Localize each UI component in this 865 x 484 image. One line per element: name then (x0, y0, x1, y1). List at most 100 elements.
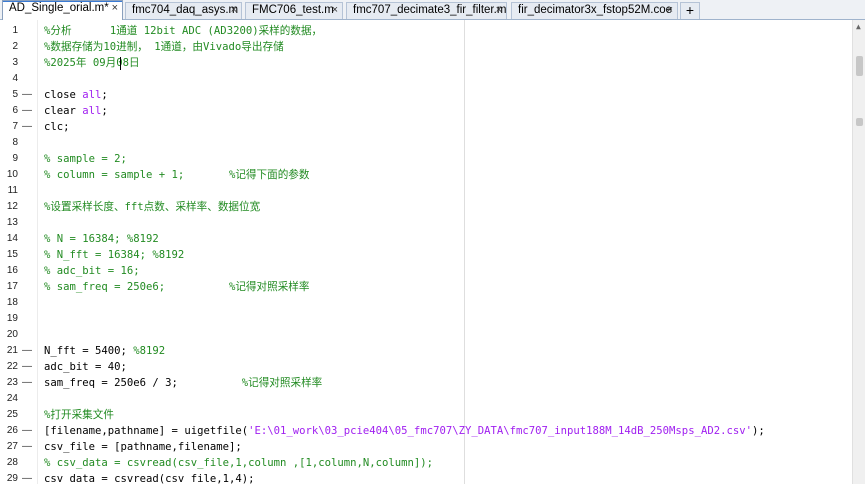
line-number: 1 (12, 25, 18, 36)
code-token: csv_data = csvread(csv_file,1,4); (44, 473, 255, 484)
close-icon[interactable]: × (667, 3, 673, 18)
line-number: 7 (12, 121, 18, 132)
line-number: 5 (12, 89, 18, 100)
code-line: 17 % sam_freq = 250e6; %记得对照采样率 (0, 279, 852, 295)
code-text[interactable]: % sample = 2; (44, 151, 127, 167)
code-line: 23 — sam_freq = 250e6 / 3; %记得对照采样率 (0, 375, 852, 391)
code-text[interactable]: %数据存储为10进制， 1通道，由Vivado导出存储 (44, 39, 284, 55)
breakpoint-marker-icon[interactable]: — (22, 103, 32, 119)
code-text[interactable]: % column = sample + 1; %记得下面的参数 (44, 167, 310, 183)
code-text[interactable]: % N = 16384; %8192 (44, 231, 159, 247)
tab-4[interactable]: fmc707_decimate3_fir_filter.m × (346, 2, 507, 19)
code-text[interactable]: adc_bit = 40; (44, 359, 127, 375)
code-token: sam_freq = 250e6 / 3; (44, 377, 242, 389)
tab-3[interactable]: FMC706_test.m × (245, 2, 343, 19)
line-number: 28 (6, 457, 18, 468)
code-token: [filename,pathname] = uigetfile( (44, 425, 249, 437)
code-comment: % N_fft = 16384; %8192 (44, 249, 185, 261)
code-line: 20 (0, 327, 852, 343)
breakpoint-marker-icon[interactable]: — (22, 423, 32, 439)
line-number: 12 (6, 201, 18, 212)
code-comment: % adc_bit = 16; (44, 265, 140, 277)
code-comment: % csv_data = csvread(csv_file,1,column ,… (44, 457, 434, 469)
line-number: 2 (12, 41, 18, 52)
tab-label: fmc704_daq_asys.m (132, 4, 239, 16)
code-line: 14 % N = 16384; %8192 (0, 231, 852, 247)
code-line: 13 (0, 215, 852, 231)
close-icon[interactable]: × (231, 3, 237, 18)
code-token: N_fft = 5400; (44, 345, 134, 357)
code-comment: %2025年 09月08日 (44, 57, 140, 69)
code-text[interactable]: csv_file = [pathname,filename]; (44, 439, 242, 455)
line-number: 14 (6, 233, 18, 244)
code-comment: % N = 16384; %8192 (44, 233, 159, 245)
line-number: 16 (6, 265, 18, 276)
close-icon[interactable]: × (496, 3, 502, 18)
code-comment: %分析 1通道 12bit ADC (AD3200)采样的数据， (44, 25, 323, 37)
line-number: 17 (6, 281, 18, 292)
tab-5[interactable]: fir_decimator3x_fstop52M.coe × (511, 2, 678, 19)
code-text[interactable]: N_fft = 5400; %8192 (44, 343, 165, 359)
breakpoint-marker-icon[interactable]: — (22, 471, 32, 484)
code-text[interactable]: %分析 1通道 12bit ADC (AD3200)采样的数据， (44, 23, 322, 39)
line-number: 18 (6, 297, 18, 308)
scrollbar-thumb[interactable] (856, 56, 863, 76)
code-line: 29 — csv_data = csvread(csv_file,1,4); (0, 471, 852, 484)
breakpoint-marker-icon[interactable]: — (22, 439, 32, 455)
code-line: 26 — [filename,pathname] = uigetfile('E:\0… (0, 423, 852, 439)
scroll-up-icon[interactable]: ▲ (856, 22, 861, 31)
line-number: 9 (12, 153, 18, 164)
code-text[interactable]: [filename,pathname] = uigetfile('E:\01_w… (44, 423, 765, 439)
code-token: adc_bit = 40; (44, 361, 127, 373)
code-text[interactable]: close all; (44, 87, 108, 103)
close-icon[interactable]: × (332, 3, 338, 18)
code-text[interactable]: %2025年 09月08日 (44, 55, 140, 71)
breakpoint-marker-icon[interactable]: — (22, 375, 32, 391)
code-line: 11 (0, 183, 852, 199)
tab-1[interactable]: AD_Single_orial.m* × (2, 0, 123, 20)
code-editor[interactable]: 1 %分析 1通道 12bit ADC (AD3200)采样的数据， 2 %数据存储为… (0, 20, 852, 484)
code-comment: %打开采集文件 (44, 409, 114, 421)
tab-label: AD_Single_orial.m* (9, 2, 109, 14)
code-text[interactable]: % N_fft = 16384; %8192 (44, 247, 184, 263)
tab-2[interactable]: fmc704_daq_asys.m × (125, 2, 242, 19)
code-line: 8 (0, 135, 852, 151)
code-line: 3 %2025年 09月08日 (0, 55, 852, 71)
code-comment: % sam_freq = 250e6; %记得对照采样率 (44, 281, 310, 293)
code-text[interactable]: %设置采样长度、fft点数、采样率、数据位宽 (44, 199, 260, 215)
new-tab-button[interactable]: + (680, 2, 700, 19)
line-number: 11 (7, 185, 18, 196)
line-number: 4 (12, 73, 18, 84)
code-comment: % sample = 2; (44, 153, 127, 165)
code-text[interactable]: sam_freq = 250e6 / 3; %记得对照采样率 (44, 375, 322, 391)
line-number: 25 (6, 409, 18, 420)
scrollbar-thumb-secondary[interactable] (856, 118, 863, 126)
code-text[interactable]: csv_data = csvread(csv_file,1,4); (44, 471, 254, 484)
breakpoint-marker-icon[interactable]: — (22, 343, 32, 359)
code-line: 9 % sample = 2; (0, 151, 852, 167)
code-line: 5 — close all; (0, 87, 852, 103)
line-number: 29 (6, 473, 18, 484)
code-string: 'E:\01_work\03_pcie404\05_fmc707\ZY_DATA… (248, 425, 752, 437)
code-line: 24 (0, 391, 852, 407)
line-number: 13 (6, 217, 18, 228)
breakpoint-marker-icon[interactable]: — (22, 87, 32, 103)
close-icon[interactable]: × (112, 1, 118, 16)
code-line: 21 — N_fft = 5400; %8192 (0, 343, 852, 359)
breakpoint-marker-icon[interactable]: — (22, 119, 32, 135)
code-line: 4 (0, 71, 852, 87)
editor-tab-bar: AD_Single_orial.m* × fmc704_daq_asys.m × FMC… (0, 0, 865, 20)
code-text[interactable]: %打开采集文件 (44, 407, 114, 423)
vertical-scrollbar[interactable]: ▲ (852, 20, 865, 484)
code-line: 10 % column = sample + 1; %记得下面的参数 (0, 167, 852, 183)
line-number: 15 (6, 249, 18, 260)
code-text[interactable]: % sam_freq = 250e6; %记得对照采样率 (44, 279, 310, 295)
code-token: ; (101, 105, 108, 117)
code-text[interactable]: % csv_data = csvread(csv_file,1,column ,… (44, 455, 433, 471)
code-text[interactable]: clear all; (44, 103, 108, 119)
code-line: 15 % N_fft = 16384; %8192 (0, 247, 852, 263)
code-text[interactable]: clc; (44, 119, 70, 135)
code-line: 2 %数据存储为10进制， 1通道，由Vivado导出存储 (0, 39, 852, 55)
code-text[interactable]: % adc_bit = 16; (44, 263, 140, 279)
breakpoint-marker-icon[interactable]: — (22, 359, 32, 375)
